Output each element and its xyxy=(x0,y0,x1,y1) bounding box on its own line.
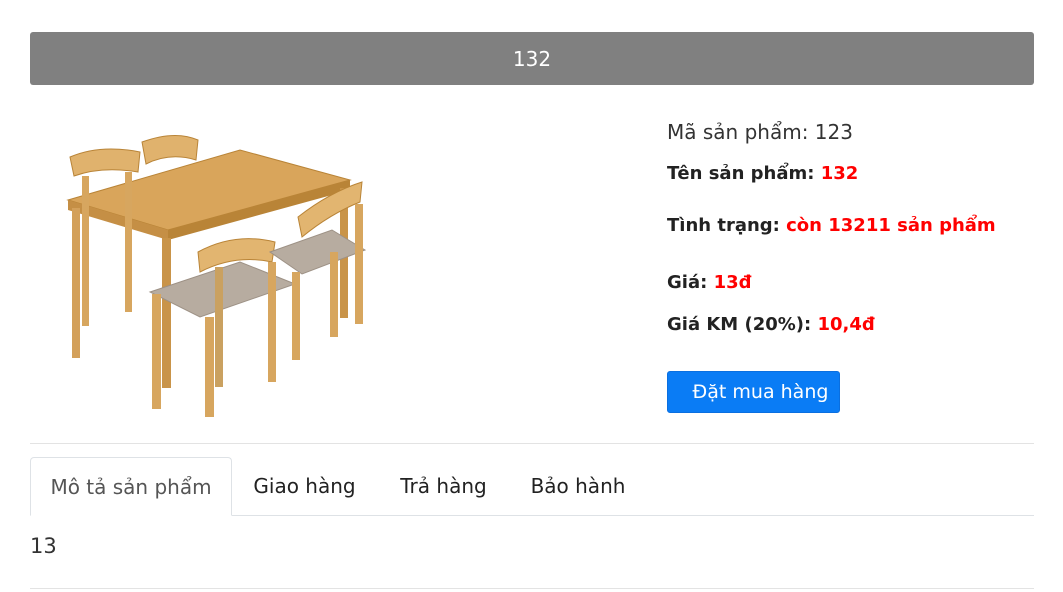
sku-label: Mã sản phẩm: xyxy=(667,120,815,144)
product-detail-page: 132 Mã sản phẩm: 123 Tên sản phẩm: 132 T… xyxy=(0,0,1063,592)
tab-description[interactable]: Mô tả sản phẩm xyxy=(30,457,232,516)
divider xyxy=(30,588,1034,589)
product-image xyxy=(66,135,367,417)
sku-value: 123 xyxy=(814,120,853,144)
stock-value: còn 13211 sản phẩm xyxy=(786,215,996,236)
sale-label: Giá KM (20%): xyxy=(667,314,818,335)
name-label: Tên sản phẩm: xyxy=(667,163,821,184)
product-price: Giá: 13đ xyxy=(667,272,752,293)
tab-content-text: 13 xyxy=(30,534,57,558)
sale-value: 10,4đ xyxy=(817,314,875,335)
tab-shipping[interactable]: Giao hàng xyxy=(232,457,377,515)
product-sale-price: Giá KM (20%): 10,4đ xyxy=(667,314,875,335)
product-stock: Tình trạng: còn 13211 sản phẩm xyxy=(667,215,996,236)
price-label: Giá: xyxy=(667,272,714,293)
name-value: 132 xyxy=(820,163,859,184)
product-name: Tên sản phẩm: 132 xyxy=(667,163,858,184)
order-button[interactable]: Đặt mua hàng xyxy=(667,371,840,413)
product-tabs: Mô tả sản phẩm Giao hàng Trả hàng Bảo hà… xyxy=(30,457,1034,516)
tab-warranty[interactable]: Bảo hành xyxy=(510,457,646,515)
product-sku: Mã sản phẩm: 123 xyxy=(667,120,853,144)
page-title: 132 xyxy=(512,46,552,71)
stock-label: Tình trạng: xyxy=(667,215,787,236)
tab-returns[interactable]: Trả hàng xyxy=(377,457,510,515)
price-value: 13đ xyxy=(713,272,752,293)
product-title-bar: 132 xyxy=(30,32,1034,85)
divider xyxy=(30,443,1034,444)
